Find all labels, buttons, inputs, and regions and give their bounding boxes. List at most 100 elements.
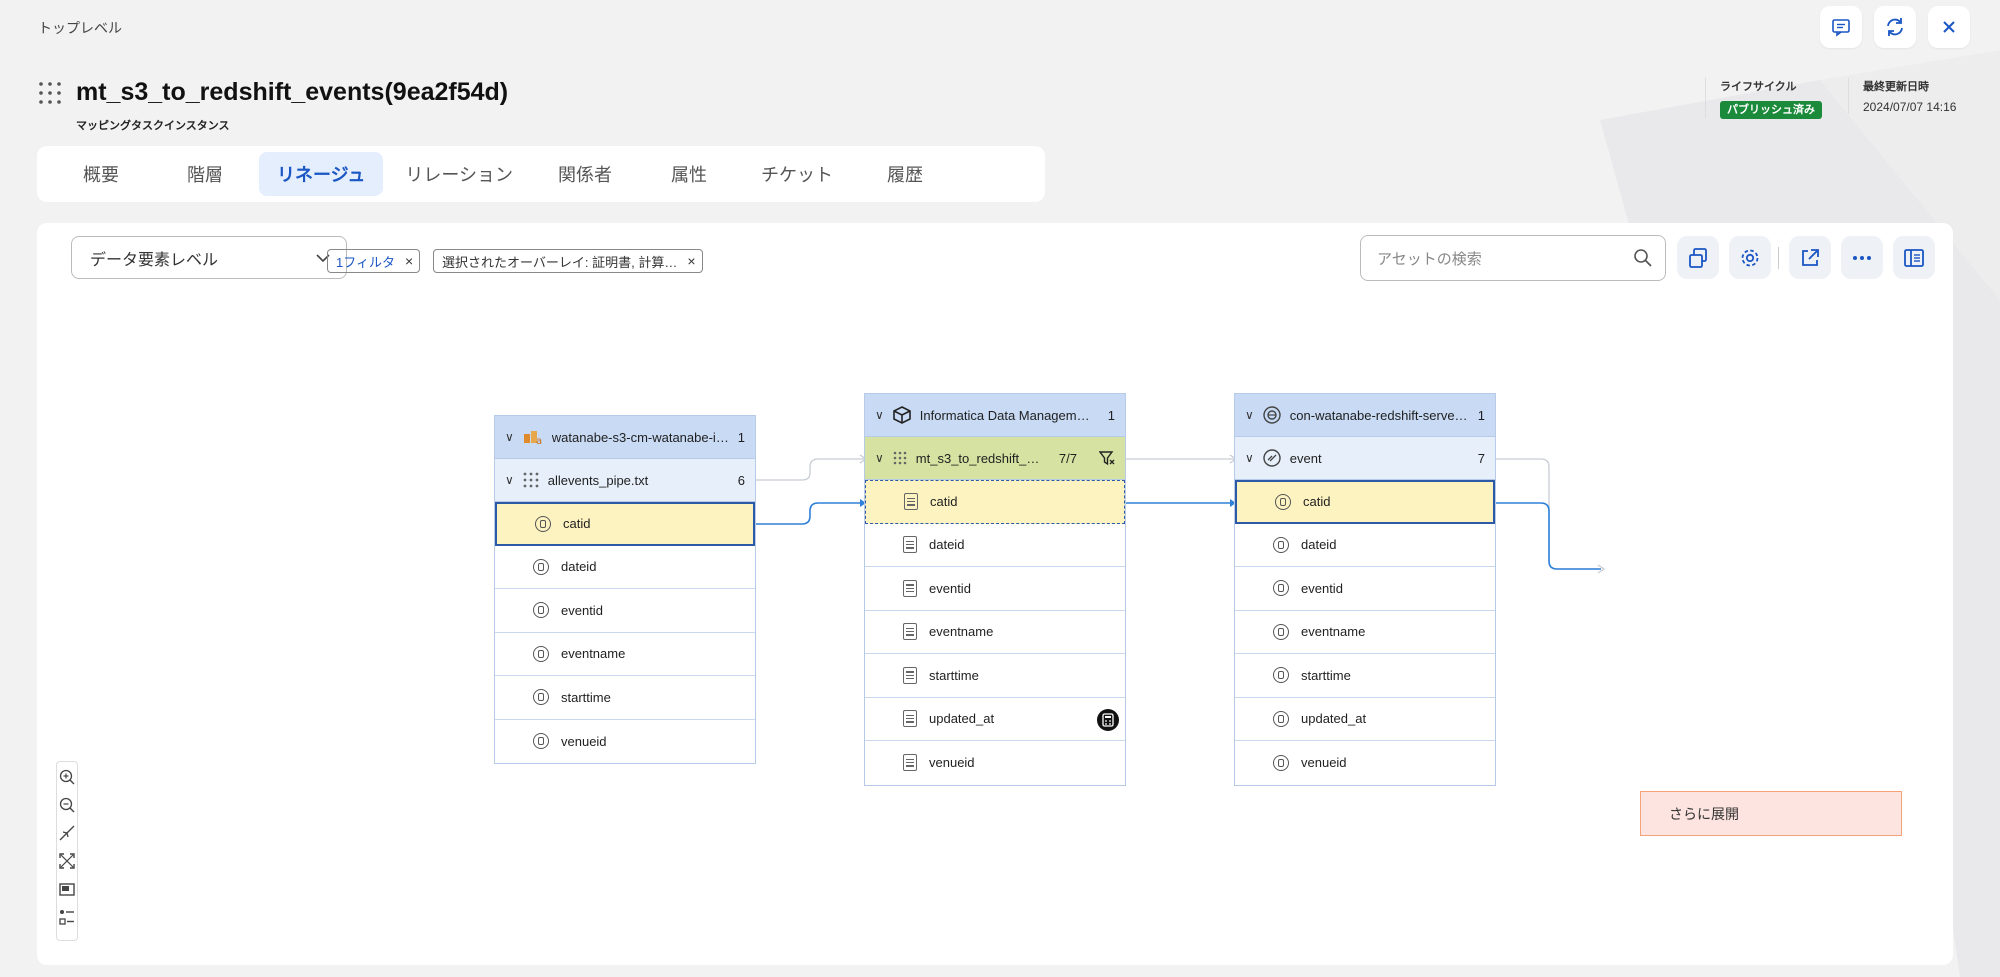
list-item[interactable]: venueid	[1235, 741, 1495, 785]
field-name: eventid	[929, 580, 971, 596]
status-badge: パブリッシュ済み	[1720, 101, 1822, 119]
field-name: eventid	[1301, 580, 1343, 596]
list-item[interactable]: dateid	[1235, 524, 1495, 567]
tab-tickets[interactable]: チケット	[743, 152, 851, 196]
column-icon	[1273, 754, 1289, 771]
column-icon	[1273, 536, 1289, 553]
calculator-icon[interactable]	[1097, 708, 1119, 731]
field-name: venueid	[1301, 755, 1347, 771]
calculated-field-icon	[903, 536, 917, 554]
list-item[interactable]: eventname	[865, 611, 1125, 654]
comment-button[interactable]	[1820, 6, 1862, 48]
list-item[interactable]: eventname	[495, 633, 755, 676]
column-icon	[1275, 493, 1291, 510]
mapping-task-icon	[39, 81, 61, 104]
page-title: mt_s3_to_redshift_events(9ea2f54d)	[76, 78, 509, 106]
target-subnode-title: event	[1289, 450, 1322, 466]
tab-lineage[interactable]: リネージュ	[259, 152, 384, 196]
connection-icon	[1263, 406, 1281, 424]
list-item[interactable]: starttime	[865, 654, 1125, 698]
tab-attributes[interactable]: 属性	[639, 152, 739, 196]
mapping-node-count: 1	[1107, 407, 1115, 423]
updated-info: 最終更新日時 2024/07/07 14:16	[1848, 78, 1956, 114]
mapping-task-icon	[893, 451, 907, 465]
collapse-icon[interactable]	[58, 824, 76, 843]
calculated-field-icon	[903, 579, 917, 597]
field-name: venueid	[561, 733, 607, 749]
zoom-in-icon[interactable]	[58, 768, 76, 787]
field-name: updated_at	[929, 711, 995, 727]
breadcrumb[interactable]: トップレベル	[38, 18, 122, 38]
source-subnode-count: 6	[737, 472, 745, 488]
tab-overview[interactable]: 概要	[51, 152, 151, 196]
field-name: venueid	[929, 755, 975, 771]
chevron-down-icon[interactable]: ∨	[875, 451, 884, 465]
lifecycle-label: ライフサイクル	[1720, 81, 1797, 93]
list-item[interactable]: starttime	[1235, 654, 1495, 698]
minimap-icon[interactable]	[58, 880, 76, 899]
source-node-header[interactable]: ∨ a watanabe-s3-cm-watanabe-i… 1	[495, 416, 755, 459]
chevron-down-icon[interactable]: ∨	[875, 408, 884, 422]
list-item[interactable]: dateid	[865, 524, 1125, 567]
list-item[interactable]: eventid	[495, 589, 755, 633]
calculated-field-icon	[903, 623, 917, 641]
column-icon	[533, 689, 549, 706]
list-item[interactable]: venueid	[495, 720, 755, 764]
filter-icon[interactable]	[1099, 450, 1115, 466]
field-name: dateid	[561, 559, 597, 575]
lifecycle-info: ライフサイクル パブリッシュ済み	[1705, 78, 1822, 119]
refresh-button[interactable]	[1874, 6, 1916, 48]
tab-stakeholders[interactable]: 関係者	[535, 152, 635, 196]
fit-screen-icon[interactable]	[58, 852, 76, 871]
field-name: starttime	[1301, 667, 1351, 683]
calculated-field-icon	[904, 493, 918, 511]
expand-more-node[interactable]: さらに展開	[1640, 791, 1902, 836]
column-icon	[533, 733, 549, 750]
mapping-node-subheader[interactable]: ∨ mt_s3_to_redshift_… 7/7	[865, 437, 1125, 480]
chevron-down-icon[interactable]: ∨	[1245, 451, 1254, 465]
table-link-icon	[1263, 449, 1281, 467]
field-name: eventname	[929, 624, 994, 640]
list-item[interactable]: catid	[495, 502, 755, 546]
chevron-down-icon[interactable]: ∨	[1245, 408, 1254, 422]
asset-type-label: マッピングタスクインスタンス	[76, 120, 230, 132]
close-button[interactable]	[1928, 6, 1970, 48]
mapping-node[interactable]: ∨ Informatica Data Managem… 1 ∨ mt_s3_to…	[864, 393, 1126, 786]
mapping-node-header[interactable]: ∨ Informatica Data Managem… 1	[865, 394, 1125, 437]
mapping-subnode-title: mt_s3_to_redshift_…	[915, 450, 1040, 466]
refresh-icon	[1887, 18, 1903, 36]
column-icon	[1273, 667, 1289, 684]
field-name: eventname	[561, 646, 626, 662]
list-item[interactable]: catid	[1235, 480, 1495, 524]
updated-value: 2024/07/07 14:16	[1863, 100, 1957, 114]
source-node-subheader[interactable]: ∨ allevents_pipe.txt 6	[495, 459, 755, 502]
list-item[interactable]: eventname	[1235, 611, 1495, 654]
chevron-down-icon[interactable]: ∨	[505, 473, 514, 487]
target-node[interactable]: ∨ con-watanabe-redshift-serve… 1 ∨ event…	[1234, 393, 1496, 786]
list-item[interactable]: eventid	[1235, 567, 1495, 611]
zoom-out-icon[interactable]	[58, 796, 76, 815]
tab-relations[interactable]: リレーション	[387, 152, 531, 196]
list-item[interactable]: catid	[865, 480, 1125, 524]
chevron-down-icon[interactable]: ∨	[505, 430, 514, 444]
list-item[interactable]: updated_at	[865, 698, 1125, 741]
close-icon	[1943, 21, 1955, 33]
tab-history[interactable]: 履歴	[855, 152, 955, 196]
legend-icon[interactable]	[58, 908, 76, 927]
target-node-subheader[interactable]: ∨ event 7	[1235, 437, 1495, 480]
list-item[interactable]: starttime	[495, 676, 755, 720]
tab-hierarchy[interactable]: 階層	[155, 152, 255, 196]
field-name: dateid	[929, 537, 965, 553]
title-row: mt_s3_to_redshift_events(9ea2f54d)	[38, 78, 508, 107]
list-item[interactable]: eventid	[865, 567, 1125, 611]
list-item[interactable]: dateid	[495, 546, 755, 589]
source-node[interactable]: ∨ a watanabe-s3-cm-watanabe-i… 1 ∨ allev…	[494, 415, 756, 764]
field-name: catid	[930, 494, 958, 510]
mapping-subnode-count: 7/7	[1058, 450, 1077, 466]
target-node-header[interactable]: ∨ con-watanabe-redshift-serve… 1	[1235, 394, 1495, 437]
field-name: catid	[563, 516, 591, 532]
calculated-field-icon	[903, 666, 917, 684]
list-item[interactable]: updated_at	[1235, 698, 1495, 741]
list-item[interactable]: venueid	[865, 741, 1125, 785]
column-icon	[533, 558, 549, 575]
